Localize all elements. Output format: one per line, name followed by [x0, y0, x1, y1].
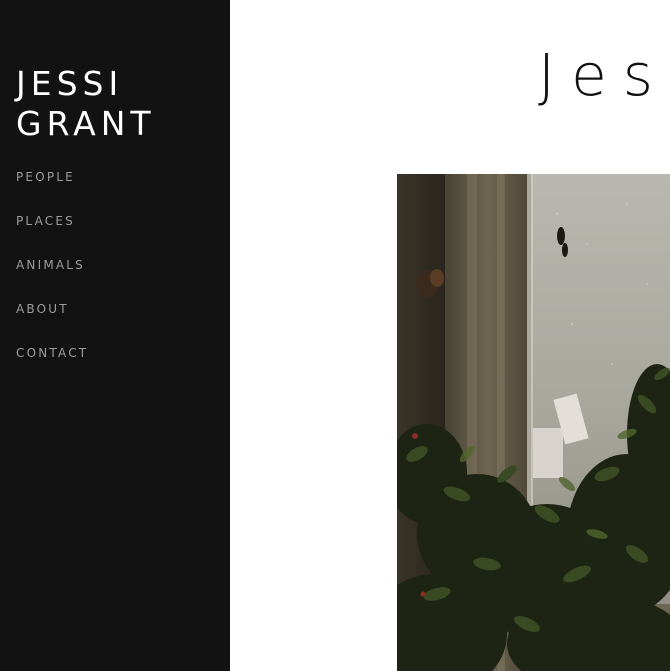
nav-link-places[interactable]: PLACES — [16, 213, 75, 229]
page-title: Jessi Grant — [538, 41, 670, 109]
main-nav: PEOPLE PLACES ANIMALS ABOUT CONTACT — [16, 168, 88, 388]
photo-image — [397, 174, 670, 671]
page: JESSI GRANT PEOPLE PLACES ANIMALS ABOUT … — [0, 0, 670, 671]
featured-photo[interactable] — [397, 174, 670, 671]
nav-link-animals[interactable]: ANIMALS — [16, 257, 85, 273]
nav-item-people: PEOPLE — [16, 168, 88, 212]
nav-link-contact[interactable]: CONTACT — [16, 345, 88, 361]
nav-item-places: PLACES — [16, 212, 88, 256]
logo-line-last: GRANT — [16, 104, 156, 143]
nav-item-contact: CONTACT — [16, 344, 88, 388]
nav-link-about[interactable]: ABOUT — [16, 301, 69, 317]
site-logo[interactable]: JESSI GRANT — [16, 64, 156, 144]
sidebar: JESSI GRANT PEOPLE PLACES ANIMALS ABOUT … — [0, 0, 230, 671]
nav-link-people[interactable]: PEOPLE — [16, 169, 75, 185]
nav-item-animals: ANIMALS — [16, 256, 88, 300]
nav-item-about: ABOUT — [16, 300, 88, 344]
logo-line-first: JESSI — [16, 64, 124, 103]
